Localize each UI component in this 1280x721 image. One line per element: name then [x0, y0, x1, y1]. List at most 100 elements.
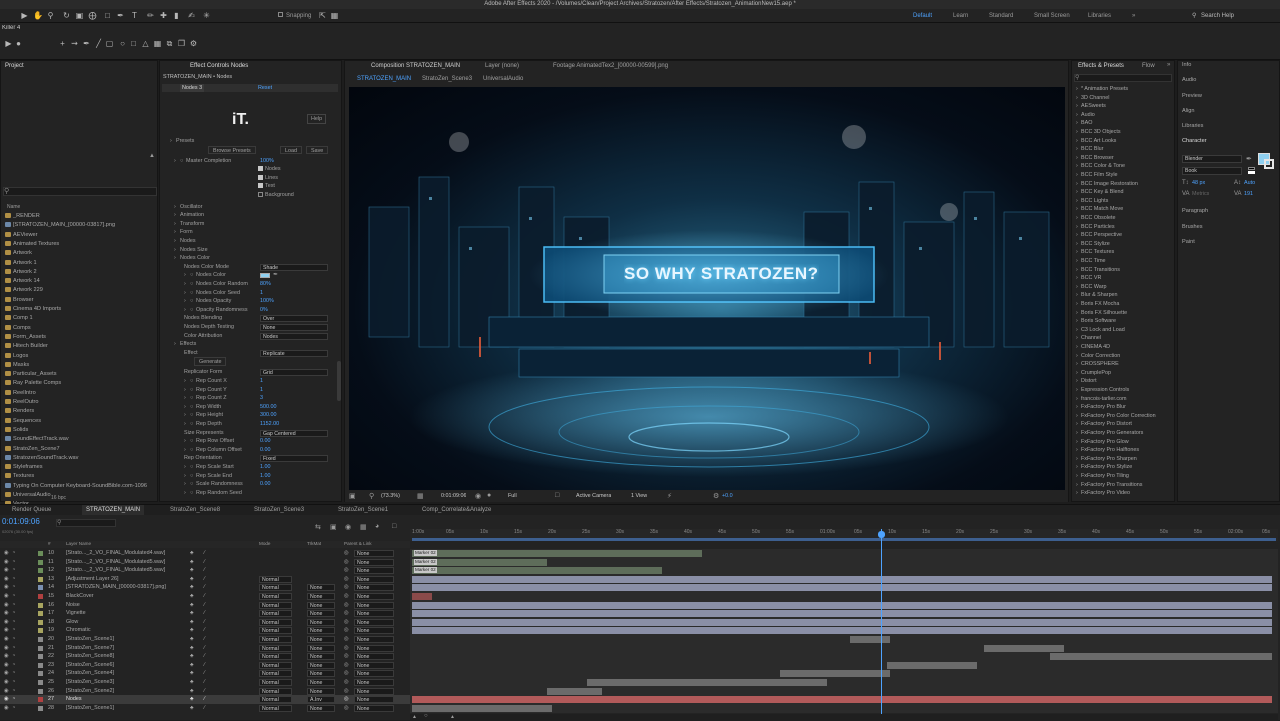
roto-brush-tool-icon[interactable]: ✍: [187, 11, 196, 20]
layer-trkmat-select[interactable]: None: [307, 636, 335, 643]
quality-switch-icon[interactable]: ∕: [204, 687, 205, 696]
parent-pickwhip-icon[interactable]: ◎: [344, 566, 349, 575]
visibility-eye-icon[interactable]: ◉: [4, 583, 9, 592]
timeline-marker[interactable]: Marker 02: [414, 550, 437, 556]
audio-toggle-icon[interactable]: ◔: [12, 635, 15, 644]
snap-options-icon[interactable]: ⇱: [318, 11, 327, 20]
visibility-eye-icon[interactable]: ◉: [4, 644, 9, 653]
layer-name[interactable]: Chromatic: [66, 626, 186, 635]
effects-category[interactable]: › BCC Image Restoration: [1076, 180, 1138, 189]
visibility-eye-icon[interactable]: ◉: [4, 566, 9, 575]
type-tool-icon[interactable]: T: [130, 11, 139, 20]
eyedropper-icon[interactable]: ✒: [273, 271, 278, 278]
audio-toggle-icon[interactable]: ◔: [12, 626, 15, 635]
composition-mini-flowchart-icon[interactable]: ⇆: [315, 523, 321, 531]
visibility-eye-icon[interactable]: ◉: [4, 661, 9, 670]
effect-property-value[interactable]: 100%: [260, 297, 274, 306]
parent-pickwhip-icon[interactable]: ◎: [344, 652, 349, 661]
layer-row[interactable]: ◉ ◔ 26 [StratoZen_Scene2] ♣ ∕ Normal None ◎ None: [0, 687, 410, 696]
layer-name[interactable]: Glow: [66, 618, 186, 627]
layer-name[interactable]: [STRATOZEN_MAIN_[00000-03817].png]: [66, 583, 186, 592]
effects-category[interactable]: › BCC Blur: [1076, 145, 1103, 154]
effect-header-row[interactable]: Nodes 3 Reset: [162, 84, 338, 92]
layer-row[interactable]: ◉ ◔ 18 Glow ♣ ∕ Normal None ◎ None: [0, 618, 410, 627]
frame-blending-icon[interactable]: ▦: [360, 523, 367, 531]
audio-toggle-icon[interactable]: ◔: [12, 687, 15, 696]
timeline-tab[interactable]: Render Queue: [8, 505, 55, 515]
effects-category[interactable]: › Expression Controls: [1076, 386, 1129, 395]
layer-track-bar[interactable]: [1050, 653, 1272, 661]
effects-category[interactable]: › francois-tarlier.com: [1076, 395, 1127, 404]
project-panel-title[interactable]: Project: [1, 61, 28, 71]
layer-track-bar[interactable]: [412, 567, 662, 575]
kerning-value[interactable]: Metrics: [1192, 191, 1209, 197]
layer-name[interactable]: [StratoZen_Scene4]: [66, 669, 186, 678]
project-item[interactable]: Artwork 229: [1, 286, 161, 295]
layer-label-color[interactable]: [38, 585, 43, 591]
parent-pickwhip-icon[interactable]: ◎: [344, 583, 349, 592]
effects-category[interactable]: › 3D Channel: [1076, 94, 1109, 103]
effect-property-value[interactable]: 1: [260, 377, 263, 386]
visibility-eye-icon[interactable]: ◉: [4, 669, 9, 678]
project-item[interactable]: Styleframes: [1, 463, 161, 472]
show-channel-icon[interactable]: ●: [487, 492, 491, 499]
layer-row[interactable]: ◉ ◔ 22 [StratoZen_Scene8] ♣ ∕ Normal None ◎ None: [0, 652, 410, 661]
browse-presets-button[interactable]: Browse Presets: [208, 145, 256, 155]
effects-category[interactable]: › * Animation Presets: [1076, 85, 1128, 94]
layer-label-color[interactable]: [38, 628, 43, 634]
layer-parent-select[interactable]: None: [354, 679, 394, 686]
visibility-eye-icon[interactable]: ◉: [4, 695, 9, 704]
audio-toggle-icon[interactable]: ◔: [12, 566, 15, 575]
effects-category[interactable]: › Blur & Sharpen: [1076, 291, 1118, 300]
timeline-tab[interactable]: StratoZen_Scene1: [334, 505, 392, 515]
copy-icon[interactable]: ❐: [177, 39, 186, 48]
magnification-icon[interactable]: ⚲: [369, 492, 374, 500]
visibility-eye-icon[interactable]: ◉: [4, 601, 9, 610]
composition-tab[interactable]: Composition STRATOZEN_MAIN: [367, 61, 464, 71]
layer-mode-select[interactable]: Normal: [259, 661, 292, 669]
layer-label-color[interactable]: [38, 559, 43, 565]
effect-property-dropdown[interactable]: None: [260, 324, 328, 331]
grid-shape-icon[interactable]: ▦: [153, 39, 162, 48]
effects-category[interactable]: › FxFactory Pro Sharpen: [1076, 455, 1137, 464]
layer-parent-select[interactable]: None: [354, 687, 394, 695]
subtab-audio[interactable]: UniversalAudio: [479, 74, 527, 84]
panel-menu-icon[interactable]: »: [1167, 62, 1170, 68]
effects-presets-tab[interactable]: Effects & Presets: [1074, 61, 1128, 71]
visibility-eye-icon[interactable]: ◉: [4, 687, 9, 696]
always-preview-icon[interactable]: ▣: [349, 492, 356, 500]
layer-row[interactable]: ◉ ◔ 20 [StratoZen_Scene1] ♣ ∕ Normal None ◎ None: [0, 635, 410, 644]
layer-label-color[interactable]: [38, 697, 43, 703]
project-item[interactable]: Particular_Assets: [1, 370, 161, 379]
layer-parent-select[interactable]: None: [354, 644, 394, 652]
quality-switch-icon[interactable]: ∕: [204, 678, 205, 687]
parent-pickwhip-icon[interactable]: ◎: [344, 575, 349, 584]
stroke-color-swatch[interactable]: [1264, 159, 1274, 169]
layer-switches-icon[interactable]: ♣: [190, 626, 194, 635]
eraser-tool-icon[interactable]: ▮: [172, 11, 181, 20]
pen-tool-icon[interactable]: ✒: [116, 11, 125, 20]
layer-mode-select[interactable]: Normal: [259, 644, 292, 652]
region-of-interest-icon[interactable]: □: [555, 492, 559, 499]
effects-category[interactable]: › BCC Match Move: [1076, 205, 1123, 214]
effects-category[interactable]: › BCC Art Looks: [1076, 137, 1116, 146]
visibility-eye-icon[interactable]: ◉: [4, 678, 9, 687]
effect-property-value[interactable]: 1: [260, 386, 263, 395]
effect-group-oscillator[interactable]: › Oscillator: [174, 203, 343, 212]
parent-pickwhip-icon[interactable]: ◎: [344, 661, 349, 670]
layer-track-bar[interactable]: [412, 584, 1272, 592]
layer-switches-icon[interactable]: ♣: [190, 695, 194, 704]
effects-category[interactable]: › FxFactory Pro Transitions: [1076, 481, 1142, 490]
eyedropper-icon[interactable]: ✒: [1246, 155, 1252, 163]
fast-preview-icon[interactable]: ⚡: [667, 492, 672, 500]
layers-icon[interactable]: ⧉: [165, 39, 174, 48]
project-item[interactable]: _RENDER: [1, 212, 161, 221]
effect-property-value[interactable]: 1.00: [260, 472, 271, 481]
zoom-tool-icon[interactable]: ⚲: [46, 11, 55, 20]
quality-switch-icon[interactable]: ∕: [204, 609, 205, 618]
parent-pickwhip-icon[interactable]: ◎: [344, 704, 349, 713]
effect-property-value[interactable]: 3: [260, 394, 263, 403]
layer-parent-select[interactable]: None: [354, 550, 394, 557]
effect-property-value[interactable]: 1152.00: [260, 420, 279, 429]
visibility-eye-icon[interactable]: ◉: [4, 575, 9, 584]
